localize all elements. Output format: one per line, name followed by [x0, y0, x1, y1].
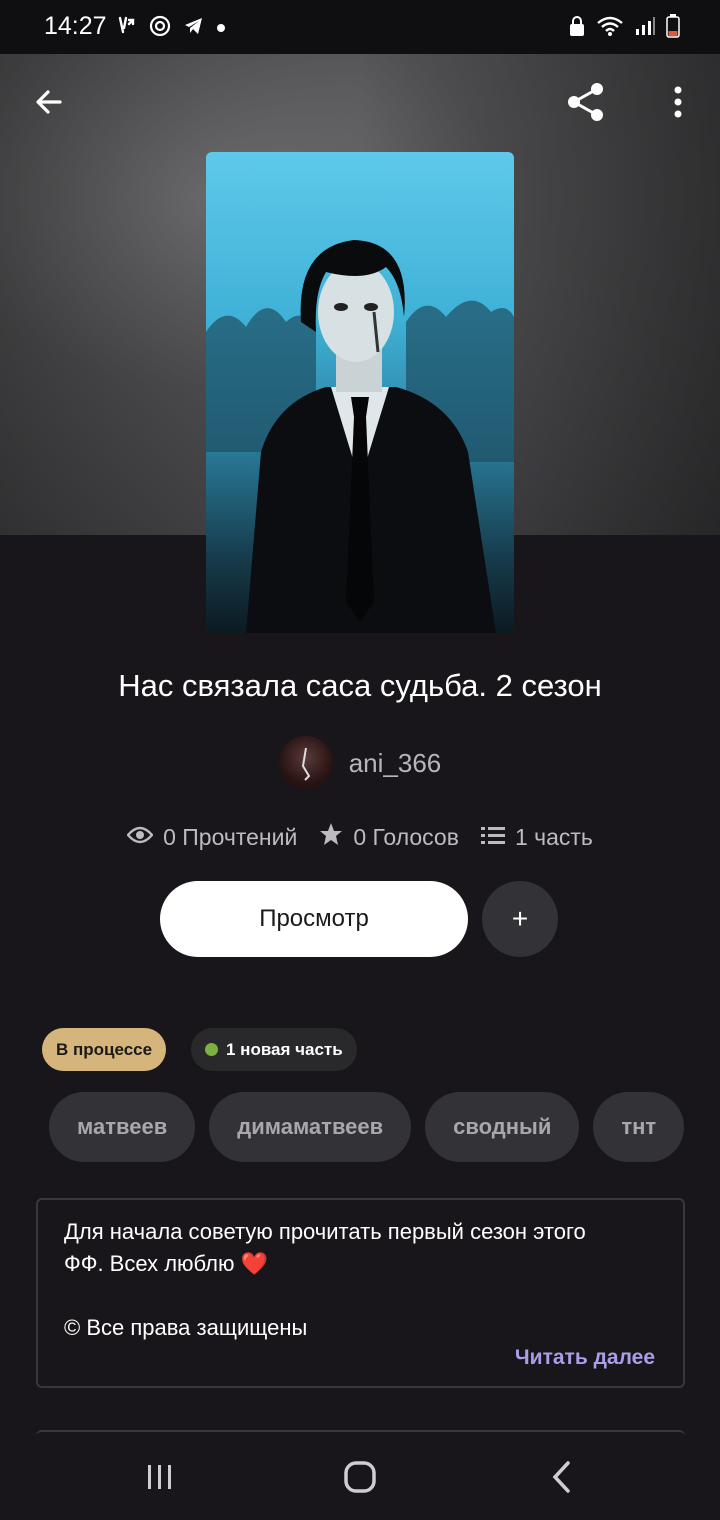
stats-row: 0 Прочтений 0 Голосов 1 часть [0, 822, 720, 852]
parts-count: 1 часть [514, 823, 593, 850]
tag-chip[interactable]: димаматвеев [209, 1092, 412, 1162]
green-dot-icon [205, 1043, 218, 1056]
lock-icon [568, 15, 586, 42]
status-right-icons [568, 14, 680, 43]
wifi-icon [596, 15, 624, 42]
recents-icon [145, 1462, 175, 1497]
description-line: Для начала советую прочитать первый сезо… [64, 1219, 586, 1244]
home-icon [343, 1460, 377, 1499]
tags-list: матвеев димаматвеев сводный тнт [49, 1092, 692, 1162]
tag-chip[interactable]: сводный [425, 1092, 580, 1162]
vpn-icon [148, 14, 172, 43]
tag-chip[interactable]: матвеев [49, 1092, 196, 1162]
plus-icon: + [511, 903, 529, 934]
more-vertical-icon [673, 85, 683, 124]
author-name[interactable]: ani_366 [349, 748, 442, 779]
votes-stat: 0 Голосов [319, 822, 459, 852]
reads-count: 0 Прочтений [163, 823, 298, 850]
eye-icon [126, 824, 154, 851]
add-to-library-button[interactable]: + [482, 881, 558, 957]
system-nav-bar [0, 1436, 720, 1520]
system-back-button[interactable] [532, 1454, 592, 1504]
description-line: ФФ. Всех люблю ❤️ [64, 1251, 269, 1276]
star-icon [319, 822, 343, 852]
book-title: Нас связала саса судьба. 2 сезон [118, 668, 602, 703]
avatar[interactable] [278, 736, 333, 790]
signal-icon [634, 15, 656, 42]
share-icon [564, 80, 608, 129]
cover-illustration [206, 240, 514, 633]
share-button[interactable] [562, 80, 610, 128]
nav-back-icon [550, 1460, 574, 1499]
status-left-icons [114, 14, 226, 43]
description-box[interactable]: Для начала советую прочитать первый сезо… [36, 1198, 685, 1388]
status-bar: 14:27 [0, 0, 720, 54]
status-badge: В процессе [42, 1028, 167, 1071]
author-row[interactable]: ani_366 [0, 736, 720, 790]
status-time: 14:27 [44, 12, 107, 40]
new-part-badge: 1 новая часть [191, 1028, 357, 1071]
parts-stat: 1 часть [480, 823, 593, 851]
back-button[interactable] [25, 80, 73, 128]
view-button[interactable]: Просмотр [160, 881, 468, 957]
home-button[interactable] [330, 1454, 390, 1504]
read-more-link[interactable]: Читать далее [515, 1346, 655, 1370]
battery-icon [666, 14, 680, 43]
telegram-icon [182, 14, 206, 43]
more-options-button[interactable] [654, 80, 702, 128]
new-part-label: 1 новая часть [226, 1039, 343, 1059]
recents-button[interactable] [130, 1454, 190, 1504]
arrow-left-icon [33, 86, 65, 123]
description-line: © Все права защищены [64, 1315, 308, 1340]
votes-count: 0 Голосов [353, 823, 459, 850]
reads-stat: 0 Прочтений [126, 823, 298, 851]
missed-call-icon [114, 14, 138, 43]
tag-chip[interactable]: тнт [593, 1092, 685, 1162]
book-cover-image[interactable] [206, 152, 514, 633]
dot-icon [216, 20, 226, 38]
list-icon [480, 824, 505, 851]
